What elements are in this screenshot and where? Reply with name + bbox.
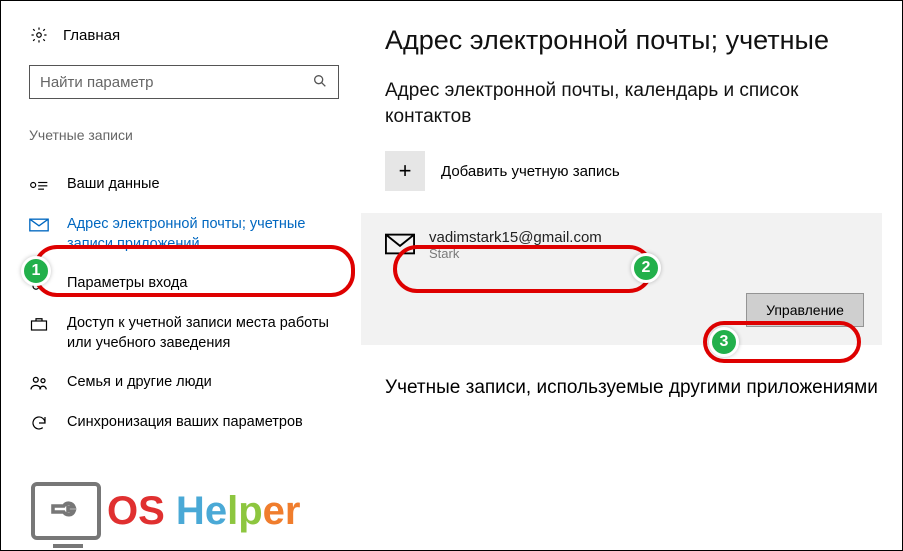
section-subtitle: Адрес электронной почты, календарь и спи…	[385, 78, 882, 129]
annotation-badge-2: 2	[631, 253, 661, 283]
account-alias: Stark	[429, 246, 602, 261]
watermark: OS Helper	[31, 482, 300, 540]
person-card-icon	[29, 175, 49, 195]
account-email: vadimstark15@gmail.com	[429, 229, 602, 246]
briefcase-icon	[29, 314, 49, 334]
plus-icon[interactable]: +	[385, 151, 425, 191]
add-account-row[interactable]: + Добавить учетную запись	[385, 151, 882, 191]
add-account-label: Добавить учетную запись	[441, 163, 620, 180]
gear-icon	[29, 25, 49, 45]
manage-button[interactable]: Управление	[746, 293, 864, 327]
sync-icon	[29, 413, 49, 433]
search-icon	[312, 73, 328, 92]
page-title: Адрес электронной почты; учетные	[385, 25, 882, 56]
sidebar-item-signin[interactable]: Параметры входа	[29, 264, 333, 304]
annotation-badge-3: 3	[709, 327, 739, 357]
sidebar-item-sync[interactable]: Синхронизация ваших параметров	[29, 403, 333, 443]
sidebar-item-family[interactable]: Семья и другие люди	[29, 363, 333, 403]
sidebar-item-label: Доступ к учетной записи места работы или…	[67, 314, 333, 353]
other-apps-title: Учетные записи, используемые другими при…	[385, 375, 882, 401]
sidebar-item-work[interactable]: Доступ к учетной записи места работы или…	[29, 304, 333, 363]
mail-icon	[29, 215, 49, 235]
sidebar-item-label: Адрес электронной почты; учетные записи …	[67, 215, 333, 254]
mail-icon	[385, 233, 415, 258]
sidebar-item-label: Синхронизация ваших параметров	[67, 413, 303, 433]
search-input[interactable]	[40, 74, 300, 91]
sidebar-item-label: Семья и другие люди	[67, 373, 212, 393]
monitor-icon	[31, 482, 101, 540]
main-panel: Адрес электронной почты; учетные Адрес э…	[361, 1, 902, 550]
sidebar: Главная Учетные записи Ваши данные	[1, 1, 361, 550]
home-label: Главная	[63, 27, 120, 44]
sidebar-item-label: Параметры входа	[67, 274, 187, 294]
watermark-text: OS Helper	[107, 489, 300, 534]
home-link[interactable]: Главная	[29, 25, 333, 45]
sidebar-item-info[interactable]: Ваши данные	[29, 165, 333, 205]
sidebar-item-email-accounts[interactable]: Адрес электронной почты; учетные записи …	[29, 205, 333, 264]
annotation-badge-1: 1	[21, 256, 51, 286]
account-entry[interactable]: vadimstark15@gmail.com Stark Управление	[361, 213, 882, 345]
section-label: Учетные записи	[29, 127, 333, 143]
people-icon	[29, 373, 49, 393]
sidebar-item-label: Ваши данные	[67, 175, 160, 195]
search-input-wrap[interactable]	[29, 65, 339, 99]
